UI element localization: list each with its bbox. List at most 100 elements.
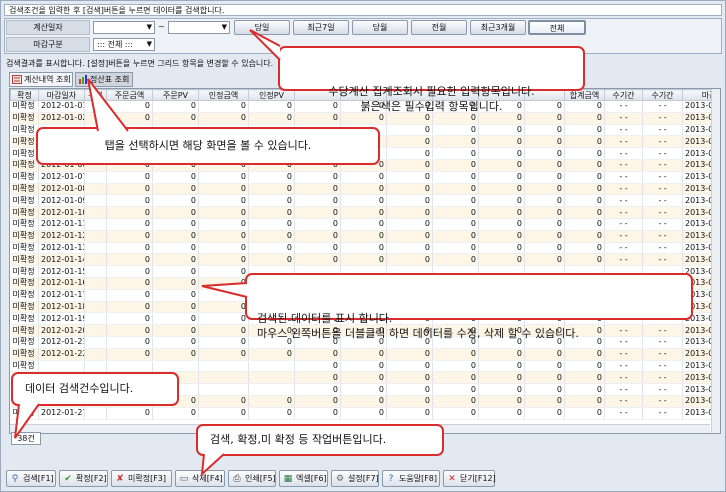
- table-cell: 0: [478, 206, 525, 219]
- table-cell: - -: [642, 242, 683, 255]
- period-all-button[interactable]: 전체: [528, 20, 586, 35]
- table-cell: 2012-01-19: [38, 312, 85, 326]
- table-cell: 0: [152, 194, 199, 208]
- table-cell: 0: [564, 230, 605, 243]
- table-cell: - -: [642, 360, 683, 373]
- table-cell: 0: [564, 218, 605, 231]
- table-row[interactable]: 미확정2012-01-1100000000000- -- -2013-01-10…: [10, 218, 720, 231]
- table-row[interactable]: 미확정2012-01-0800000000000- -- -2013-01-10…: [10, 183, 720, 196]
- date-to-field[interactable]: ▼: [168, 21, 230, 34]
- table-cell: 0: [198, 183, 249, 196]
- table-cell: 0: [340, 371, 387, 385]
- table-cell: 2012-01-14: [38, 253, 85, 267]
- table-cell: 0: [524, 171, 565, 184]
- period-this-month-button[interactable]: 당월: [352, 20, 408, 35]
- table-row[interactable]: 미확정2012-01-1000000000000- -- -2013-01-10…: [10, 206, 720, 219]
- table-cell: 0: [432, 218, 479, 231]
- column-header[interactable]: 수기간: [642, 89, 683, 101]
- table-cell: 2012-01-08: [38, 183, 85, 196]
- date-from-field[interactable]: ▼: [93, 21, 155, 34]
- calc-date-label: 계산일자: [6, 20, 90, 35]
- search-button[interactable]: ⚲ 검색[F1]: [6, 470, 56, 487]
- table-cell: - -: [604, 135, 643, 149]
- table-cell: 0: [564, 395, 605, 408]
- table-cell: 0: [152, 183, 199, 196]
- column-header[interactable]: 인정PV: [248, 89, 295, 101]
- table-cell: 0: [432, 183, 479, 196]
- tab-calc-history[interactable]: 계산내역 조회: [9, 72, 73, 87]
- table-cell: 0: [432, 230, 479, 243]
- period-3months-button[interactable]: 최근3개월: [470, 20, 526, 35]
- table-cell: 0: [524, 230, 565, 243]
- closing-type-value: ::: 전체 :::: [97, 40, 133, 49]
- table-cell: 0: [478, 395, 525, 408]
- table-cell: 0: [432, 371, 479, 385]
- column-header[interactable]: 수기간: [604, 89, 643, 101]
- table-cell: 0: [524, 135, 565, 149]
- table-cell: 미확정: [10, 324, 39, 337]
- table-cell: 미확정: [10, 206, 39, 219]
- table-cell: [248, 371, 295, 385]
- table-cell: 0: [432, 112, 479, 125]
- table-cell: 0: [340, 395, 387, 408]
- table-cell: 0: [294, 206, 341, 219]
- table-cell: 0: [152, 324, 199, 337]
- table-row[interactable]: 미확정0000000- -- -2013-01-10 16:36:44: [10, 360, 720, 373]
- table-cell: 2012-01-22: [38, 348, 85, 361]
- vertical-scrollbar[interactable]: [711, 89, 720, 433]
- table-cell: 0: [386, 253, 433, 267]
- column-header[interactable]: 확정: [10, 89, 39, 101]
- table-cell: 미확정: [10, 336, 39, 349]
- print-button[interactable]: ⎙ 인쇄[F5]: [228, 470, 276, 487]
- table-cell: 0: [564, 124, 605, 137]
- period-last-month-button[interactable]: 전월: [411, 20, 467, 35]
- table-row[interactable]: 미확정2012-01-2700000000000- -- -2013-01-10…: [10, 407, 720, 420]
- table-cell: 0: [198, 348, 249, 361]
- period-7days-button[interactable]: 최근7일: [293, 20, 349, 35]
- table-cell: - -: [642, 348, 683, 361]
- close-button-label: 닫기[F12]: [460, 474, 496, 483]
- table-cell: 0: [152, 289, 199, 302]
- table-cell: 0: [386, 124, 433, 137]
- table-cell: [84, 171, 107, 184]
- table-cell: 0: [152, 312, 199, 326]
- table-row[interactable]: 미확정2012-01-1300000000000- -- -2013-01-10…: [10, 242, 720, 255]
- table-cell: 0: [432, 206, 479, 219]
- excel-button-label: 엑셀[F6]: [296, 474, 327, 483]
- excel-button[interactable]: ▦ 엑셀[F6]: [279, 470, 328, 487]
- table-row[interactable]: 미확정2012-01-2200000000000- -- -2013-01-10…: [10, 348, 720, 361]
- table-cell: 0: [524, 159, 565, 172]
- column-header[interactable]: 인정금액: [198, 89, 249, 101]
- table-cell: 0: [106, 218, 153, 231]
- table-cell: - -: [642, 100, 683, 113]
- close-button[interactable]: ✕ 닫기[F12]: [443, 470, 496, 487]
- table-cell: 2012-01-09: [38, 194, 85, 208]
- column-header[interactable]: 합계금액: [564, 89, 605, 101]
- settings-button[interactable]: ⚙ 설정[F7]: [331, 470, 379, 487]
- help-button[interactable]: ? 도움말[F8]: [382, 470, 440, 487]
- table-row[interactable]: 미확정2012-01-0900000000000- -- -2013-01-10…: [10, 194, 720, 208]
- table-cell: 미확정: [10, 253, 39, 267]
- table-cell: 0: [198, 230, 249, 243]
- table-row[interactable]: 미확정2012-01-0700000000000- -- -2013-01-10…: [10, 171, 720, 184]
- table-row[interactable]: 미확정2012-01-1400000000000- -- -2013-01-10…: [10, 253, 720, 267]
- table-cell: - -: [604, 171, 643, 184]
- confirm-button[interactable]: ✔ 확정[F2]: [59, 470, 108, 487]
- table-cell: 미확정: [10, 289, 39, 302]
- table-cell: - -: [642, 206, 683, 219]
- table-cell: - -: [642, 135, 683, 149]
- unconfirm-icon: ✘: [116, 474, 124, 484]
- table-cell: 0: [478, 218, 525, 231]
- callout-pointer: [14, 403, 40, 439]
- table-cell: 0: [248, 183, 295, 196]
- table-cell: 미확정: [10, 218, 39, 231]
- table-cell: 0: [248, 194, 295, 208]
- table-cell: 0: [198, 194, 249, 208]
- unconfirm-button[interactable]: ✘ 미확정[F3]: [111, 470, 172, 487]
- table-cell: 0: [564, 360, 605, 373]
- table-cell: 2012-01-07: [38, 171, 85, 184]
- closing-type-select[interactable]: ::: 전체 ::: ▼: [93, 38, 155, 51]
- table-row[interactable]: 미확정2012-01-1200000000000- -- -2013-01-10…: [10, 230, 720, 243]
- table-cell: 0: [106, 194, 153, 208]
- column-header[interactable]: 주문PV: [152, 89, 199, 101]
